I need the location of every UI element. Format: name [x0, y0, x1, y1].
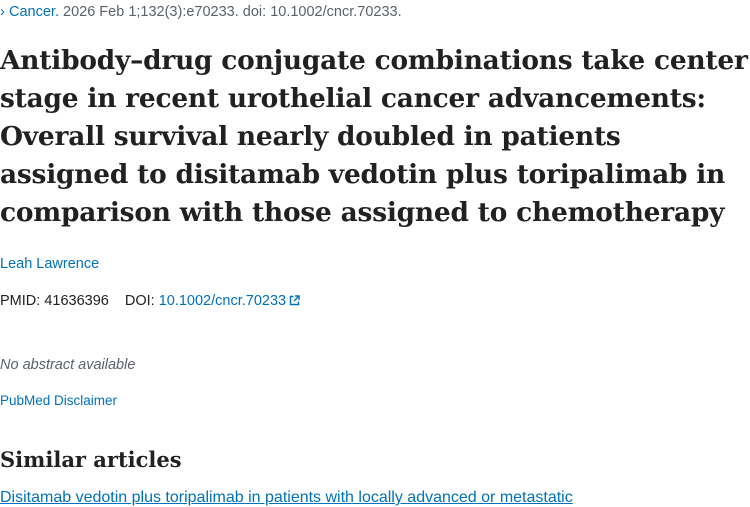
- citation-line: › Cancer. 2026 Feb 1;132(3):e70233. doi: …: [0, 3, 402, 20]
- doi-link[interactable]: 10.1002/cncr.70233: [159, 293, 300, 309]
- pubmed-disclaimer-link[interactable]: PubMed Disclaimer: [0, 393, 117, 408]
- pmid-label: PMID:: [0, 293, 41, 309]
- no-abstract-note: No abstract available: [0, 357, 136, 373]
- similar-article-link[interactable]: Disitamab vedotin plus toripalimab in pa…: [0, 489, 573, 507]
- citation-details: 2026 Feb 1;132(3):e70233. doi: 10.1002/c…: [63, 4, 402, 20]
- doi-label: DOI:: [124, 293, 155, 309]
- doi-value[interactable]: 10.1002/cncr.70233: [159, 293, 286, 309]
- similar-articles-heading: Similar articles: [0, 447, 182, 472]
- pmid-value: 41636396: [44, 293, 109, 309]
- article-title: Antibody–drug conjugate combinations tak…: [0, 45, 748, 228]
- article-identifiers: PMID: 41636396 DOI: 10.1002/cncr.70233: [0, 293, 300, 309]
- external-link-icon: [289, 295, 300, 306]
- chevron-right-icon[interactable]: ›: [0, 3, 5, 20]
- journal-link[interactable]: Cancer.: [9, 4, 59, 20]
- author-link[interactable]: Leah Lawrence: [0, 256, 99, 272]
